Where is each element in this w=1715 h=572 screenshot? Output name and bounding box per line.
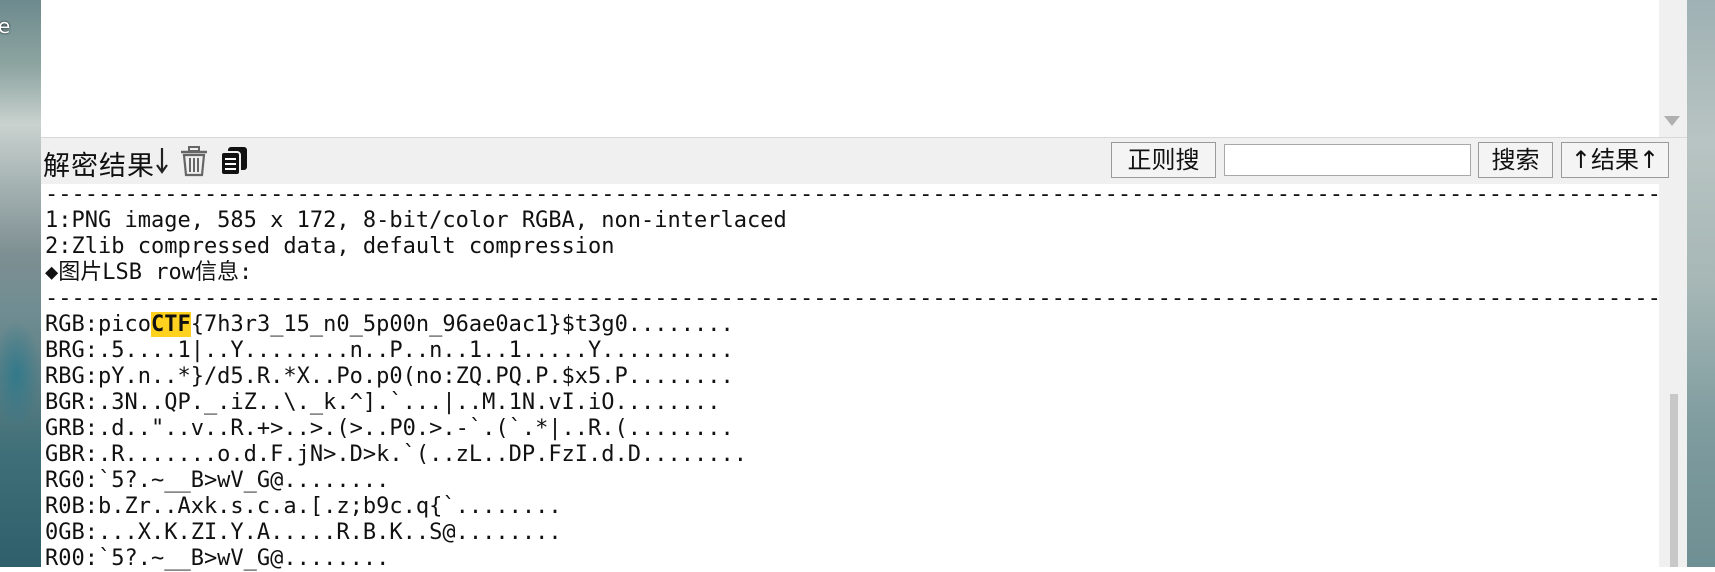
decoder-window: 解密结果 正则搜 搜索 ↑结果↑ -----------------------… xyxy=(41,0,1687,571)
download-arrow-icon[interactable] xyxy=(155,145,169,175)
rgb-row: RGB:picoCTF{7h3r3_15_n0_5p00n_96ae0ac1}$… xyxy=(45,312,734,337)
separator-line: ----------------------------------------… xyxy=(45,182,1675,207)
result-text[interactable]: ----------------------------------------… xyxy=(45,182,1674,572)
result-title: 解密结果 xyxy=(43,151,155,182)
search-input[interactable] xyxy=(1224,144,1471,176)
lsb-row: R0B:b.Zr..Axk.s.c.a.[.z;b9c.q{`........ xyxy=(45,494,562,519)
lsb-row: GRB:.d.."..v..R.+>..>.(>..P0.>.-`.(`.*|.… xyxy=(45,416,734,441)
output-scrollbar[interactable] xyxy=(1659,184,1687,567)
input-pane[interactable] xyxy=(41,0,1687,137)
lsb-row: BGR:.3N..QP._.iZ..\._k.^].`...|..M.1N.vI… xyxy=(45,390,721,415)
output-line: ◆图片LSB row信息: xyxy=(45,260,253,285)
separator-line: ----------------------------------------… xyxy=(45,286,1675,311)
desktop-label: e xyxy=(0,14,11,38)
input-scrollbar[interactable] xyxy=(1659,0,1687,137)
dropdown-arrow-icon[interactable] xyxy=(1664,116,1680,126)
search-highlight: CTF xyxy=(150,312,191,337)
result-toolbar: 解密结果 正则搜 搜索 ↑结果↑ xyxy=(41,137,1687,185)
trash-icon[interactable] xyxy=(179,145,209,177)
up-arrow-icon: ↑ xyxy=(1639,146,1660,174)
lsb-row: BRG:.5....1|..Y........n..P..n..1..1....… xyxy=(45,338,734,363)
output-scroll-thumb[interactable] xyxy=(1670,394,1678,567)
up-arrow-icon: ↑ xyxy=(1570,146,1591,174)
result-nav-label: 结果 xyxy=(1591,146,1639,174)
lsb-row: RBG:pY.n..*}/d5.R.*X..Po.p0(no:ZQ.PQ.P.$… xyxy=(45,364,734,389)
rgb-row-suffix: {7h3r3_15_n0_5p00n_96ae0ac1}$t3g0.......… xyxy=(190,312,734,337)
lsb-row: GBR:.R.......o.d.F.jN>.D>k.`(..zL..DP.Fz… xyxy=(45,442,747,467)
search-label: 搜索 xyxy=(1491,146,1540,174)
lsb-row: RG0:`5?.~__B>wV_G@........ xyxy=(45,468,390,493)
lsb-row: 0GB:...X.K.ZI.Y.A.....R.B.K..S@........ xyxy=(45,520,562,545)
rgb-row-prefix: RGB:pico xyxy=(45,312,151,337)
lsb-row: R00:`5?.~__B>wV_G@........ xyxy=(45,546,390,571)
search-button[interactable]: 搜索 xyxy=(1478,142,1553,178)
regex-search-label: 正则搜 xyxy=(1127,146,1200,174)
result-nav-button[interactable]: ↑结果↑ xyxy=(1561,142,1669,178)
regex-search-button[interactable]: 正则搜 xyxy=(1111,142,1216,178)
desktop-background-right xyxy=(1687,0,1715,567)
desktop-background-left: e xyxy=(0,0,41,567)
output-line: 2:Zlib compressed data, default compress… xyxy=(45,234,615,259)
output-line: 1:PNG image, 585 x 172, 8-bit/color RGBA… xyxy=(45,208,787,233)
copy-icon[interactable] xyxy=(219,145,249,177)
result-output[interactable]: ----------------------------------------… xyxy=(41,182,1687,571)
